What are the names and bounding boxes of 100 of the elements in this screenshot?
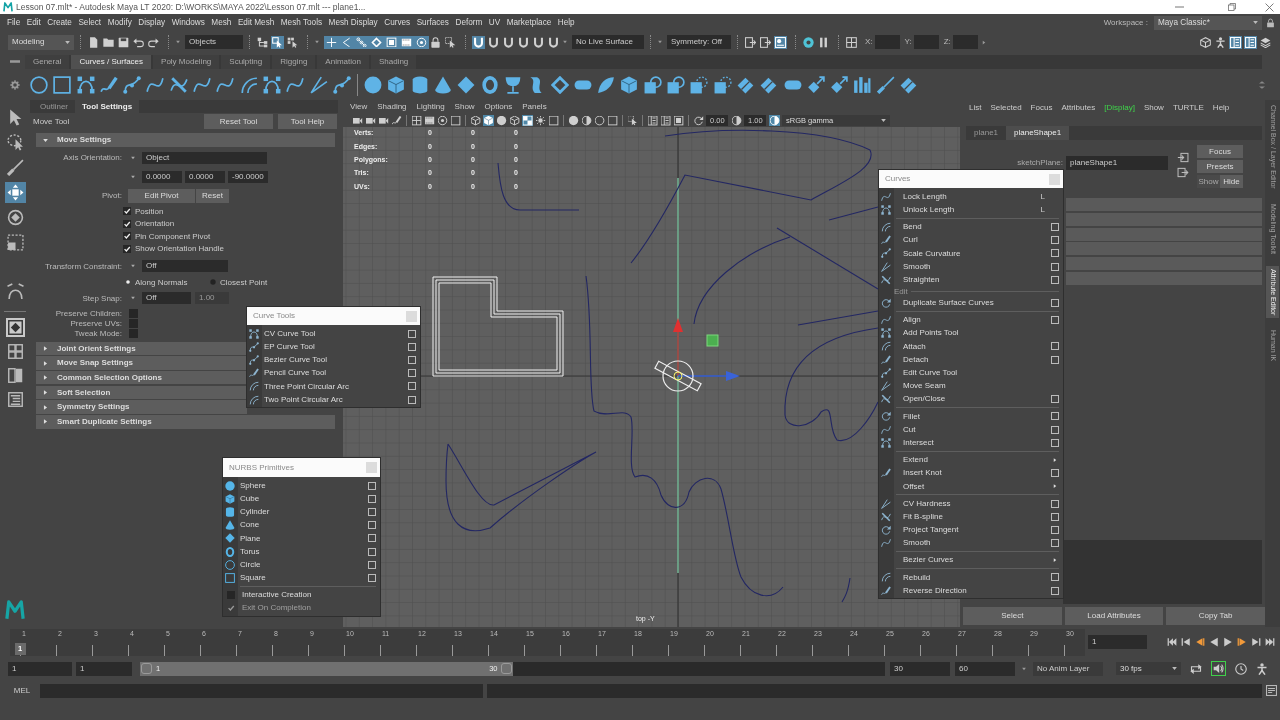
menu-item[interactable]: Mesh Display	[328, 17, 378, 28]
reset-button[interactable]: Reset	[196, 189, 229, 203]
magnet-icon[interactable]	[502, 35, 515, 49]
panel-button[interactable]: Focus	[1197, 145, 1243, 158]
half-circle-icon[interactable]	[731, 115, 742, 126]
tile-arrow-icon[interactable]	[806, 75, 825, 94]
option-box-icon[interactable]	[1051, 586, 1059, 595]
axis-orientation-dropdown[interactable]: Object	[142, 152, 267, 164]
edit-pivot-button[interactable]: Edit Pivot	[128, 189, 195, 203]
menu-item[interactable]: Torus	[240, 546, 368, 557]
loop-icon[interactable]	[1190, 662, 1202, 675]
menu-item[interactable]: File	[7, 17, 21, 28]
range-start-field[interactable]: 1	[76, 661, 132, 676]
menu-item[interactable]: Fit B-spline	[903, 511, 1051, 522]
menu-item[interactable]: CV Curve Tool	[264, 328, 408, 339]
menu-item[interactable]: Windows	[171, 17, 205, 28]
workspace-dropdown[interactable]: Maya Classic*	[1154, 15, 1262, 30]
caret-icon[interactable]	[130, 156, 136, 160]
diamond-outline-icon[interactable]	[369, 35, 384, 49]
grid-icon[interactable]	[411, 115, 422, 126]
framed-square-icon[interactable]	[384, 35, 399, 49]
option-box-icon[interactable]	[368, 481, 376, 490]
menu-item[interactable]: Bezier Curves	[903, 555, 1053, 566]
menu-item[interactable]: Cylinder	[240, 507, 368, 517]
option-box-icon[interactable]	[1051, 262, 1059, 271]
menu-item[interactable]: Bezier Curve Tool	[264, 355, 408, 365]
square-icon[interactable]	[53, 75, 72, 94]
cv-curve-icon[interactable]	[262, 75, 281, 94]
shelf-tab[interactable]: Sculpting	[221, 55, 271, 69]
option-box-icon[interactable]	[368, 547, 376, 556]
option-box-icon[interactable]	[408, 355, 416, 364]
menu-item[interactable]: Detach	[903, 354, 1051, 365]
option-box-icon[interactable]	[408, 395, 416, 404]
skip-to-end-icon[interactable]	[1265, 637, 1275, 647]
command-input[interactable]	[40, 683, 483, 698]
option-box-icon[interactable]	[1051, 525, 1059, 534]
magnet-icon[interactable]	[472, 35, 485, 49]
menu-item[interactable]: Options	[484, 102, 513, 112]
menu-item[interactable]: Panels	[522, 102, 547, 112]
move-icon[interactable]	[4, 182, 26, 203]
menu-item[interactable]: Surfaces	[416, 17, 449, 28]
play-icon[interactable]	[1223, 637, 1233, 647]
half-circle-icon[interactable]	[581, 115, 592, 126]
menu-item[interactable]: Smooth	[903, 261, 1051, 272]
square-handle-icon[interactable]	[706, 334, 719, 347]
option-box-icon[interactable]	[1051, 395, 1059, 404]
tile-circle-icon[interactable]	[667, 75, 685, 94]
option-box-icon[interactable]	[408, 342, 416, 351]
menu-item[interactable]: Curl	[903, 235, 1051, 245]
menu-item[interactable]: Edit Mesh	[237, 17, 275, 28]
menu-item[interactable]: Bend	[903, 222, 1051, 232]
option-box-icon[interactable]	[1051, 412, 1059, 421]
render-frame-icon[interactable]	[744, 35, 757, 49]
menu-item[interactable]: Scale Curvature	[903, 248, 1051, 259]
lock-icon[interactable]	[1266, 17, 1275, 28]
curve-icon[interactable]	[286, 75, 305, 94]
grid-icon[interactable]	[845, 35, 858, 49]
menu-item[interactable]: Attach	[903, 341, 1051, 352]
angle-icon[interactable]	[309, 75, 328, 94]
menu-item[interactable]: Interactive Creation	[242, 590, 376, 600]
coordinate-field[interactable]	[952, 35, 978, 49]
shelf-tab[interactable]: Rigging	[272, 55, 316, 69]
radio-button[interactable]	[210, 279, 216, 286]
square-icon[interactable]	[607, 115, 618, 126]
menu-item[interactable]: Create	[47, 17, 72, 28]
circle-dot-icon[interactable]	[437, 115, 448, 126]
menu-item[interactable]: Smooth	[903, 538, 1051, 548]
range-handle[interactable]	[500, 663, 512, 674]
menu-item[interactable]: Reverse Direction	[903, 585, 1051, 596]
cube-icon[interactable]	[620, 75, 639, 94]
brush-icon[interactable]	[876, 75, 895, 94]
menu-item[interactable]: List	[969, 103, 982, 113]
magnet-icon[interactable]	[547, 35, 560, 49]
current-frame-field[interactable]: 1	[1088, 635, 1147, 649]
footer-button[interactable]: Copy Tab	[1166, 607, 1265, 625]
clock-icon[interactable]	[1235, 662, 1247, 675]
goblet-icon[interactable]	[503, 75, 522, 94]
menu-item[interactable]: Focus	[1030, 103, 1053, 113]
menu-item[interactable]: Rebuild	[903, 572, 1051, 583]
option-box-icon[interactable]	[1051, 298, 1059, 307]
circle-icon[interactable]	[594, 115, 605, 126]
end-time-field[interactable]: 60	[955, 661, 1015, 676]
diamond-outline-icon[interactable]	[550, 75, 569, 94]
circle-icon[interactable]	[30, 75, 48, 94]
menu-item[interactable]: Lighting	[416, 102, 445, 112]
panel-button[interactable]: Presets	[1197, 160, 1243, 173]
menu-item[interactable]: Unlock Length	[903, 205, 1041, 215]
menu-item[interactable]: Offset	[903, 481, 1053, 492]
panel-layout-icon[interactable]	[647, 115, 658, 126]
menu-item[interactable]: Add Points Tool	[903, 328, 1059, 339]
option-box-icon[interactable]	[1051, 316, 1059, 325]
coordinate-field[interactable]	[913, 35, 939, 49]
option-box-icon[interactable]	[368, 560, 376, 569]
number-field[interactable]: 0.0000	[185, 171, 225, 183]
checkbox[interactable]	[129, 318, 138, 328]
restore-icon[interactable]	[1228, 3, 1236, 11]
four-view-icon[interactable]	[5, 342, 25, 361]
cone-icon[interactable]	[434, 75, 453, 94]
option-box-icon[interactable]	[1051, 469, 1059, 478]
menu-item[interactable]: Extend	[903, 455, 1053, 465]
